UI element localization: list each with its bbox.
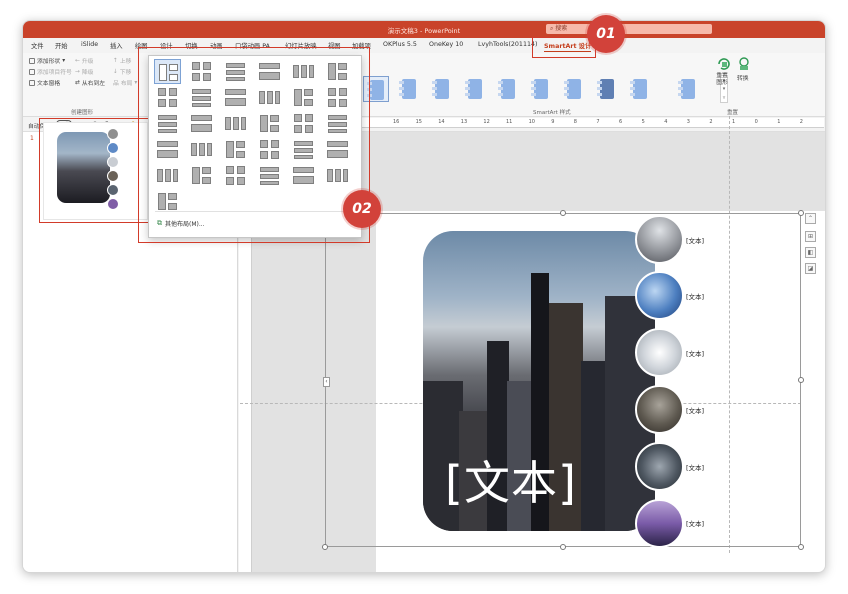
resize-handle[interactable] xyxy=(322,544,328,550)
ruler-number: 3 xyxy=(686,119,690,125)
convert-button[interactable]: 转换 xyxy=(737,73,749,82)
resize-handle[interactable] xyxy=(798,544,804,550)
circle-label-5[interactable]: [文本] xyxy=(686,462,704,472)
smartart-style-6[interactable] xyxy=(528,76,554,102)
resize-handle[interactable] xyxy=(798,377,804,383)
promote-button[interactable]: ← 升级 xyxy=(75,56,93,66)
demote-button[interactable]: → 降级 xyxy=(75,67,93,77)
thumbnail-circle xyxy=(107,128,119,140)
add-shape-icon xyxy=(29,57,35,64)
tab-okplus[interactable]: OKPlus 5.5 xyxy=(383,41,417,48)
thumbnail-circle xyxy=(107,156,119,168)
text-pane-icon xyxy=(29,79,35,86)
tab-home[interactable]: 开始 xyxy=(55,41,68,50)
main-text-placeholder[interactable]: [文本] xyxy=(445,447,577,513)
ruler-number: 10 xyxy=(528,119,535,125)
ruler-number: 13 xyxy=(460,119,468,125)
circle-label-4[interactable]: [文本] xyxy=(686,405,704,415)
circle-picture-6[interactable] xyxy=(635,499,684,548)
search-placeholder: 搜索 xyxy=(555,25,568,32)
resize-handle[interactable] xyxy=(560,544,566,550)
search-box[interactable]: ⌕ 搜索 xyxy=(546,24,712,34)
move-down-button[interactable]: ↓ 下移 xyxy=(113,67,131,77)
circle-label-2[interactable]: [文本] xyxy=(686,291,704,301)
resize-handle[interactable] xyxy=(798,210,804,216)
collapse-tools-icon[interactable]: ⌃ xyxy=(805,213,816,224)
title-bar: 演示文稿3 - PowerPoint ⌕ 搜索 xyxy=(23,21,825,38)
layout-options-icon[interactable]: ⊞ xyxy=(805,231,816,242)
tab-lvyhtools[interactable]: LvyhTools(201114) xyxy=(478,41,537,48)
tab-onekey[interactable]: OneKey 10 xyxy=(429,41,463,48)
tab-file[interactable]: 文件 xyxy=(31,41,44,50)
smartart-style-2[interactable] xyxy=(396,76,422,102)
ruler-number: 16 xyxy=(393,119,400,125)
reset-graphic-button[interactable]: 重置图形 xyxy=(714,73,730,87)
circle-picture-3[interactable] xyxy=(635,328,684,377)
smartart-style-4[interactable] xyxy=(462,76,488,102)
add-bullet-button[interactable]: 添加项目符号 xyxy=(29,67,72,76)
circle-picture-1[interactable] xyxy=(635,215,684,264)
step-badge-1: 01 xyxy=(587,15,625,53)
ruler-number: 11 xyxy=(506,119,513,125)
circle-label-1[interactable]: [文本] xyxy=(686,235,704,245)
thumbnail-circle xyxy=(107,198,119,210)
add-bullet-icon xyxy=(29,68,35,75)
ruler-number: 4 xyxy=(664,119,668,125)
smartart-styles-group-label: SmartArt 样式 xyxy=(533,110,571,116)
smartart-style-10[interactable] xyxy=(675,76,701,102)
ruler-number: 1 xyxy=(732,119,736,125)
smartart-style-8[interactable] xyxy=(594,76,620,102)
text-pane-toggle[interactable]: ‹ xyxy=(323,377,330,387)
slide-thumbnail[interactable] xyxy=(43,122,148,220)
ruler-number: 7 xyxy=(596,119,600,125)
thumbnail-circle xyxy=(107,170,119,182)
circle-picture-2[interactable] xyxy=(635,271,684,320)
step-badge-2: 02 xyxy=(343,190,381,228)
convert-icon[interactable] xyxy=(737,57,751,71)
style-options-icon[interactable]: ◧ xyxy=(805,247,816,258)
ruler-number: 6 xyxy=(619,119,623,125)
smartart-style-3[interactable] xyxy=(429,76,455,102)
thumbnail-circle xyxy=(107,184,119,196)
text-pane-button[interactable]: 文本窗格 xyxy=(29,78,60,87)
add-shape-button[interactable]: 添加形状 ▾ xyxy=(29,56,65,65)
ruler-number: 5 xyxy=(641,119,645,125)
format-options-icon[interactable]: ◪ xyxy=(805,263,816,274)
right-to-left-button[interactable]: ⇄ 从右到左 xyxy=(75,78,105,88)
tab-insert[interactable]: 插入 xyxy=(110,41,123,50)
ruler-number: 8 xyxy=(573,119,577,125)
layout-gallery-highlight xyxy=(138,47,370,243)
ruler-number: 9 xyxy=(551,119,555,125)
smartart-side-tools: ⌃ ⊞ ◧ ◪ xyxy=(805,213,819,283)
ruler-number: 2 xyxy=(799,119,803,125)
circle-label-6[interactable]: [文本] xyxy=(686,518,704,528)
smartart-style-7[interactable] xyxy=(561,76,587,102)
move-up-button[interactable]: ↑ 上移 xyxy=(113,56,131,66)
ruler-number: 1 xyxy=(777,119,781,125)
circle-label-3[interactable]: [文本] xyxy=(686,348,704,358)
slide-number: 1 xyxy=(30,135,34,142)
resize-handle[interactable] xyxy=(560,210,566,216)
smartart-style-5[interactable] xyxy=(495,76,521,102)
smartart-style-9[interactable] xyxy=(627,76,653,102)
ruler-number: 15 xyxy=(415,119,422,125)
layout-button[interactable]: 品 布局 ▾ xyxy=(113,78,137,88)
tab-islide[interactable]: iSlide xyxy=(81,41,98,48)
reset-graphic-icon[interactable] xyxy=(717,57,731,71)
ruler-number: 2 xyxy=(709,119,713,125)
circle-picture-4[interactable] xyxy=(635,385,684,434)
circle-picture-5[interactable] xyxy=(635,442,684,491)
building-shape xyxy=(581,361,607,531)
ruler-number: 12 xyxy=(483,119,490,125)
thumbnail-photo xyxy=(57,132,110,203)
ruler-number: 0 xyxy=(754,119,758,125)
create-graphic-group-label: 创建图形 xyxy=(71,110,94,116)
ruler-number: 14 xyxy=(438,119,445,125)
thumbnail-circle xyxy=(107,142,119,154)
smartart-tab-highlight xyxy=(532,37,596,58)
